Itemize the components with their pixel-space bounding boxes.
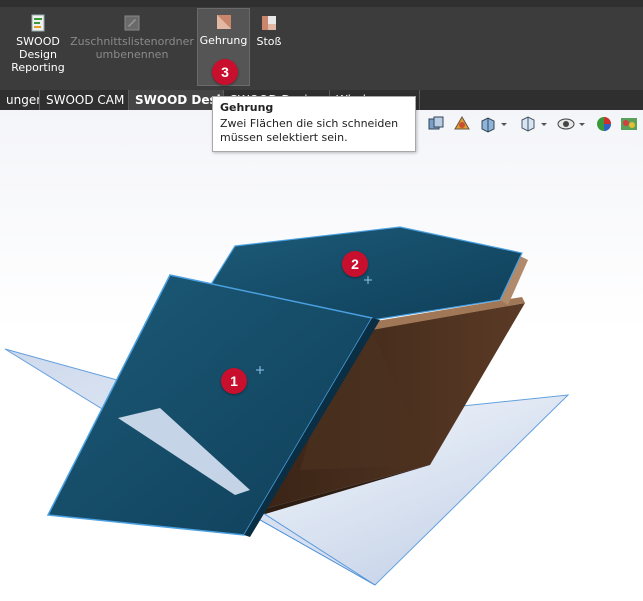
section-view-icon[interactable] bbox=[426, 114, 446, 134]
step-badge-2: 2 bbox=[342, 251, 368, 277]
miter-tooltip: Gehrung Zwei Flächen die sich schneiden … bbox=[212, 96, 416, 152]
swood-design-reporting-label: SWOOD Design Reporting bbox=[11, 35, 65, 74]
tooltip-title: Gehrung bbox=[220, 101, 274, 114]
eye-icon[interactable] bbox=[556, 114, 576, 134]
butt-joint-label: Stoß bbox=[256, 35, 282, 48]
tab-swood-cam[interactable]: SWOOD CAM bbox=[40, 90, 129, 110]
view-orientation-icon[interactable] bbox=[478, 114, 498, 134]
folder-rename-icon bbox=[124, 15, 140, 31]
chevron-down-icon[interactable] bbox=[577, 114, 587, 134]
miter-icon bbox=[216, 15, 231, 29]
display-mode-icon[interactable] bbox=[518, 114, 538, 134]
3d-viewport[interactable]: 1 2 bbox=[0, 110, 643, 601]
tab-swood-design[interactable]: SWOOD Design bbox=[129, 90, 224, 110]
swood-design-reporting-button[interactable]: SWOOD Design Reporting bbox=[8, 10, 68, 86]
butt-joint-button[interactable]: Stoß bbox=[254, 10, 284, 86]
display-style-icon[interactable] bbox=[452, 114, 472, 134]
ribbon: SWOOD Design Reporting Zuschnittslisteno… bbox=[0, 0, 643, 90]
rename-cutlist-folder-button[interactable]: Zuschnittslistenordner umbenennen bbox=[70, 10, 194, 86]
rename-cutlist-folder-label: Zuschnittslistenordner umbenennen bbox=[70, 35, 194, 61]
tooltip-text: Zwei Flächen die sich schneiden müssen s… bbox=[220, 117, 399, 144]
tab-einstellungen[interactable]: ungen bbox=[0, 90, 40, 110]
butt-joint-icon bbox=[262, 16, 276, 30]
miter-label: Gehrung bbox=[199, 34, 248, 47]
appearance-icon[interactable] bbox=[594, 114, 614, 134]
step-badge-1: 1 bbox=[221, 368, 247, 394]
scene-icon[interactable] bbox=[619, 114, 639, 134]
heads-up-view-toolbar bbox=[422, 114, 643, 138]
model-graphics bbox=[4, 226, 570, 586]
ribbon-top-strip bbox=[0, 0, 643, 7]
chevron-down-icon[interactable] bbox=[499, 114, 509, 134]
chevron-down-icon[interactable] bbox=[539, 114, 549, 134]
step-badge-3: 3 bbox=[212, 59, 238, 85]
report-icon bbox=[31, 14, 45, 32]
